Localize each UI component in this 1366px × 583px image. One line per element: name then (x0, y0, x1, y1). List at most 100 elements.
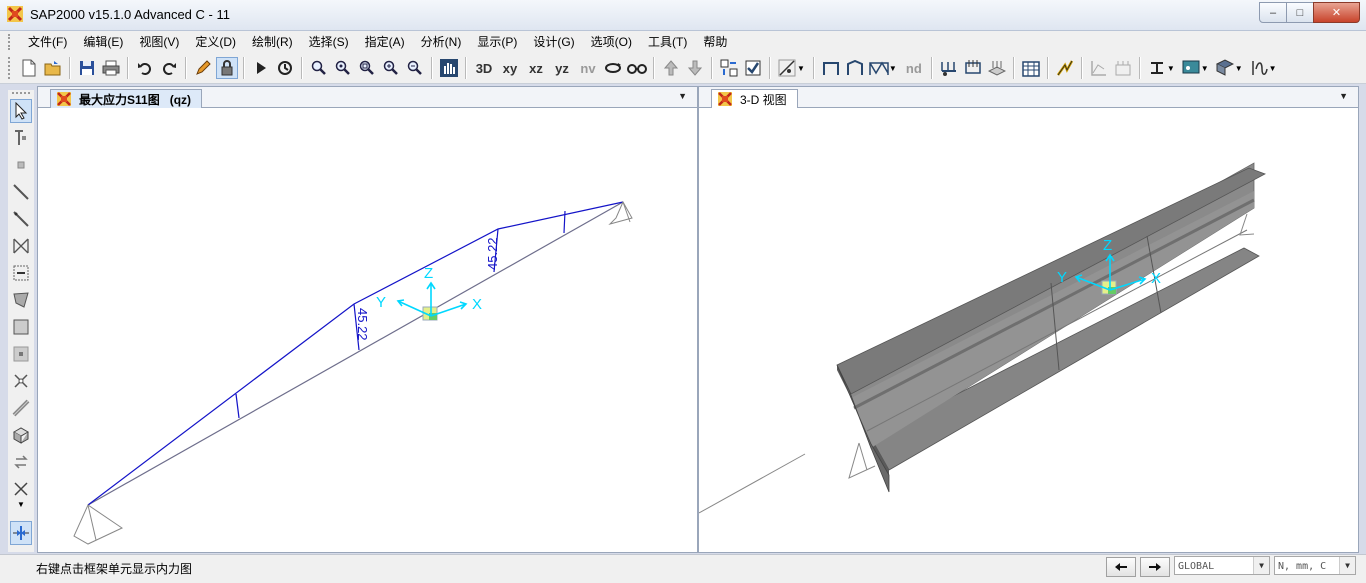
panel-menu-arrow-icon[interactable]: ▼ (678, 91, 687, 101)
menu-assign[interactable]: 指定(A) (357, 32, 413, 52)
quick-draw-area-icon[interactable] (10, 342, 32, 366)
zoom-window-icon[interactable] (308, 57, 330, 79)
render-options-icon[interactable] (1214, 57, 1236, 79)
view-yz-button[interactable]: yz (550, 57, 574, 79)
quick-draw-braces-icon[interactable] (10, 234, 32, 258)
reshape-icon[interactable] (10, 126, 32, 150)
view-xy-button[interactable]: xy (498, 57, 522, 79)
menu-define[interactable]: 定义(D) (187, 32, 244, 52)
glasses-icon[interactable] (626, 57, 648, 79)
menu-select[interactable]: 选择(S) (301, 32, 357, 52)
rotate-view-icon[interactable] (602, 57, 624, 79)
set-display-options-icon[interactable] (718, 57, 740, 79)
assign-diagonal-icon[interactable] (776, 57, 798, 79)
zoom-restore-icon[interactable] (332, 57, 354, 79)
menu-view[interactable]: 视图(V) (131, 32, 187, 52)
view-nv-button[interactable]: nv (576, 57, 600, 79)
pan-hand-icon[interactable] (438, 57, 460, 79)
open-folder-icon[interactable] (42, 57, 64, 79)
section-curve-icon[interactable] (1248, 57, 1270, 79)
frame-portal-icon[interactable] (820, 57, 842, 79)
tab-stress-diagram[interactable]: 最大应力S11图 (qz) (50, 89, 203, 108)
frame-gable-icon[interactable] (844, 57, 866, 79)
lock-icon[interactable] (216, 57, 238, 79)
rotate-select-icon[interactable] (10, 450, 32, 474)
menu-edit[interactable]: 编辑(E) (75, 32, 131, 52)
render-dropdown-arrow-icon[interactable]: ▼ (1235, 64, 1243, 73)
draw-joint-icon[interactable] (10, 153, 32, 177)
undo-icon[interactable] (134, 57, 156, 79)
menu-analyze[interactable]: 分析(N) (413, 32, 470, 52)
window-title: SAP2000 v15.1.0 Advanced C - 11 (30, 7, 230, 22)
draw-link-icon[interactable] (10, 261, 32, 285)
save-icon[interactable] (76, 57, 98, 79)
menu-design[interactable]: 设计(G) (525, 32, 582, 52)
minimize-button[interactable]: – (1259, 2, 1287, 23)
menu-tools[interactable]: 工具(T) (640, 32, 695, 52)
close-button[interactable]: ✕ (1313, 2, 1360, 23)
draw-cross-link-icon[interactable] (10, 369, 32, 393)
next-view-button[interactable] (1140, 557, 1170, 577)
menu-draw[interactable]: 绘制(R) (244, 32, 301, 52)
zoom-full-icon[interactable] (356, 57, 378, 79)
steel-i-beam[interactable] (836, 162, 1266, 493)
new-file-icon[interactable] (18, 57, 40, 79)
redo-icon[interactable] (158, 57, 180, 79)
units-select[interactable]: N, mm, C ▼ (1274, 556, 1356, 575)
menu-grip[interactable] (8, 34, 14, 50)
pointer-icon[interactable] (10, 99, 32, 123)
pencil-icon[interactable] (192, 57, 214, 79)
display-screen-icon[interactable] (1180, 57, 1202, 79)
view-xz-button[interactable]: xz (524, 57, 548, 79)
print-icon[interactable] (100, 57, 122, 79)
snap-options-icon[interactable] (10, 521, 32, 545)
frame-dropdown-arrow-icon[interactable]: ▼ (889, 64, 897, 73)
pin-support-icon (73, 504, 124, 545)
refresh-view-icon[interactable] (274, 57, 296, 79)
arrow-up-icon[interactable] (660, 57, 682, 79)
assign-dropdown-arrow-icon[interactable]: ▼ (797, 64, 805, 73)
coordinate-system-select[interactable]: GLOBAL ▼ (1174, 556, 1270, 575)
frame-truss-icon[interactable] (868, 57, 890, 79)
show-stresses-icon[interactable] (1112, 57, 1134, 79)
frame-loads-icon[interactable] (962, 57, 984, 79)
draw-solid-icon[interactable] (10, 423, 32, 447)
check-box-icon[interactable] (742, 57, 764, 79)
stress-diagram-canvas[interactable]: 45.22 45.22 Z Y X (38, 108, 697, 552)
show-tables-icon[interactable] (1020, 57, 1042, 79)
arrow-down-icon[interactable] (684, 57, 706, 79)
draw-frame-icon[interactable] (10, 180, 32, 204)
draw-tendon-icon[interactable] (10, 396, 32, 420)
run-analysis-icon[interactable] (250, 57, 272, 79)
tab-3d-view[interactable]: 3-D 视图 (711, 89, 798, 108)
toolbar-grip[interactable] (8, 57, 13, 79)
draw-rect-area-icon[interactable] (10, 315, 32, 339)
previous-view-button[interactable] (1106, 557, 1136, 577)
status-message: 右键点击框架单元显示内力图 (36, 562, 193, 576)
section-dropdown-arrow-icon[interactable]: ▼ (1167, 64, 1175, 73)
left-toolbar-more-icon[interactable]: ▼ (8, 500, 34, 509)
panel-menu-arrow-icon[interactable]: ▼ (1339, 91, 1348, 101)
menu-help[interactable]: 帮助 (695, 32, 735, 52)
menu-file[interactable]: 文件(F) (20, 32, 75, 52)
menu-options[interactable]: 选项(O) (583, 32, 640, 52)
joint-loads-icon[interactable] (938, 57, 960, 79)
frame-member[interactable] (87, 201, 624, 506)
menu-display[interactable]: 显示(P) (469, 32, 525, 52)
show-deformed-icon[interactable] (1054, 57, 1076, 79)
display-dropdown-arrow-icon[interactable]: ▼ (1201, 64, 1209, 73)
curve-dropdown-arrow-icon[interactable]: ▼ (1269, 64, 1277, 73)
quick-draw-frame-icon[interactable] (10, 207, 32, 231)
maximize-button[interactable]: □ (1286, 2, 1314, 23)
shell-loads-icon[interactable] (986, 57, 1008, 79)
view-3d-button[interactable]: 3D (472, 57, 496, 79)
zoom-out-icon[interactable] (404, 57, 426, 79)
draw-poly-area-icon[interactable] (10, 288, 32, 312)
clear-select-icon[interactable] (10, 477, 32, 501)
nd-button[interactable]: nd (902, 57, 926, 79)
zoom-in-icon[interactable] (380, 57, 402, 79)
tab-3d-view-label: 3-D 视图 (740, 92, 787, 107)
3d-view-canvas[interactable]: Z Y X (699, 108, 1358, 552)
show-forces-icon[interactable] (1088, 57, 1110, 79)
steel-section-icon[interactable] (1146, 57, 1168, 79)
